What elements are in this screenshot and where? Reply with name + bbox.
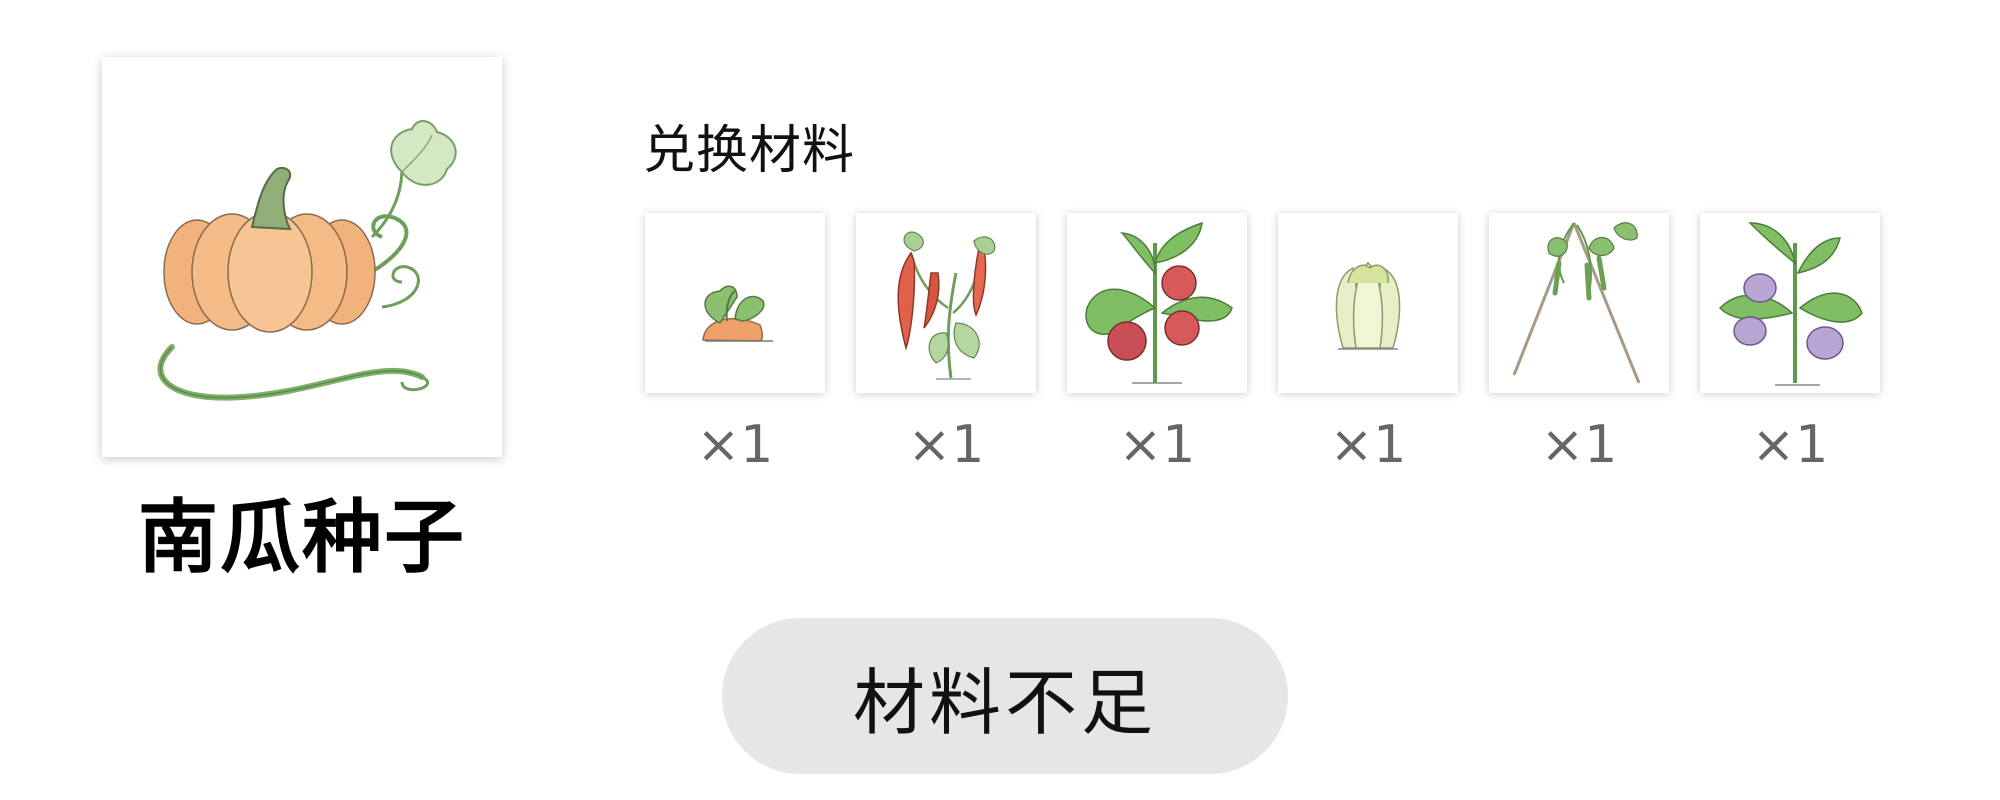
material-quantity: ×1 <box>907 415 985 475</box>
tomato-plant-icon <box>1085 221 1233 384</box>
material-quantity: ×1 <box>696 415 774 475</box>
material-tile <box>645 213 825 393</box>
materials-label: 兑换材料 <box>643 121 856 181</box>
material-item: ×1 <box>1067 213 1247 477</box>
material-tile <box>1067 213 1247 393</box>
material-tile <box>1700 213 1880 393</box>
chili-pepper-icon <box>897 231 996 380</box>
carrot-icon <box>702 285 773 342</box>
material-quantity: ×1 <box>1329 415 1407 475</box>
material-tile <box>1489 213 1669 393</box>
cabbage-icon <box>1335 262 1401 350</box>
material-quantity: ×1 <box>1751 415 1829 475</box>
material-item: ×1 <box>856 213 1036 477</box>
material-quantity: ×1 <box>1540 415 1618 475</box>
item-name: 南瓜种子 <box>138 491 466 584</box>
eggplant-plant-icon <box>1718 222 1863 386</box>
material-item: ×1 <box>645 213 825 477</box>
material-item: ×1 <box>1700 213 1880 477</box>
material-tile <box>856 213 1036 393</box>
material-item: ×1 <box>1489 213 1669 477</box>
bean-trellis-icon <box>1512 222 1641 384</box>
material-quantity: ×1 <box>1118 415 1196 475</box>
insufficient-materials-button[interactable]: 材料不足 <box>722 618 1288 774</box>
item-image-card <box>102 57 502 457</box>
material-item: ×1 <box>1278 213 1458 477</box>
pumpkin-icon <box>157 120 457 401</box>
material-tile <box>1278 213 1458 393</box>
